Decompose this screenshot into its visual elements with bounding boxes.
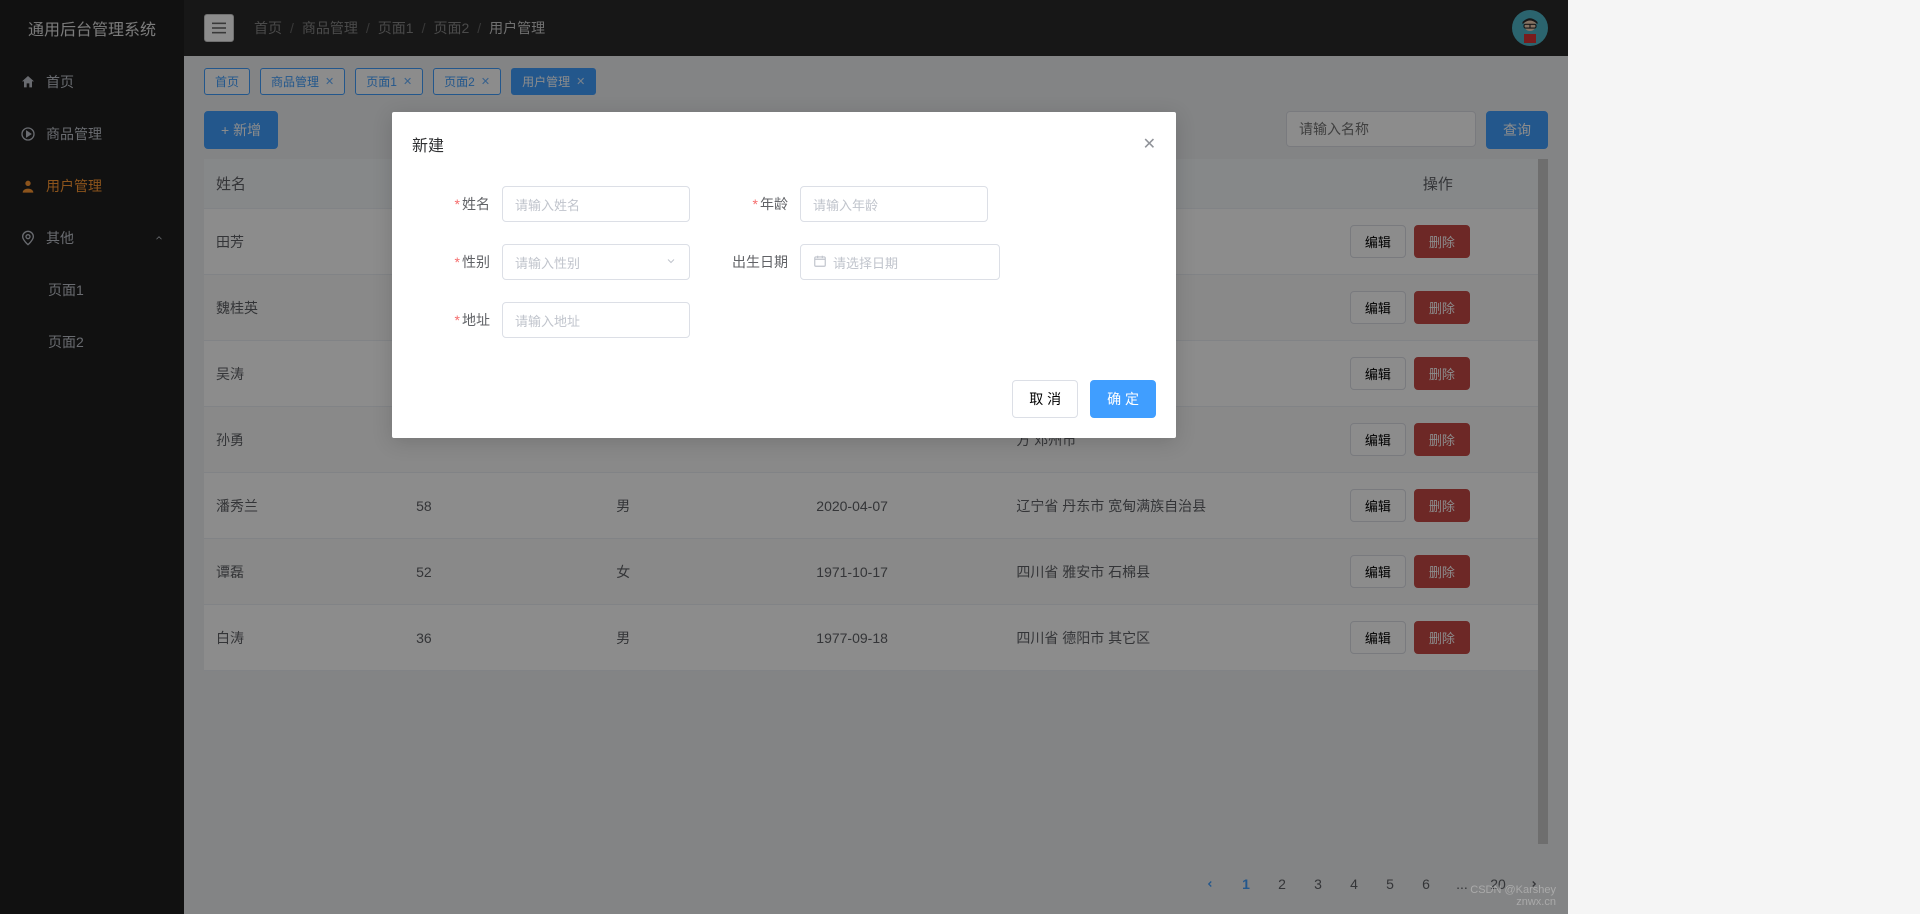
age-input[interactable]: 请输入年龄	[800, 186, 988, 222]
form-item-birth: 出生日期 请选择日期	[720, 244, 1000, 280]
dialog-new-user: 新建 ✕ *姓名 请输入姓名 *年龄 请输入年龄 *性别 请输入性别	[392, 112, 1176, 438]
form-item-name: *姓名 请输入姓名	[422, 186, 690, 222]
calendar-icon	[813, 254, 827, 271]
dialog-body: *姓名 请输入姓名 *年龄 请输入年龄 *性别 请输入性别	[392, 166, 1176, 370]
dialog-title: 新建	[412, 132, 444, 156]
form-item-age: *年龄 请输入年龄	[720, 186, 988, 222]
form-item-sex: *性别 请输入性别	[422, 244, 690, 280]
addr-label: *地址	[422, 310, 502, 330]
cancel-button[interactable]: 取 消	[1012, 380, 1078, 418]
addr-input[interactable]: 请输入地址	[502, 302, 690, 338]
name-label: *姓名	[422, 194, 502, 214]
chevron-down-icon	[665, 255, 677, 270]
confirm-button[interactable]: 确 定	[1090, 380, 1156, 418]
close-icon[interactable]: ✕	[1143, 134, 1156, 154]
birth-date-picker[interactable]: 请选择日期	[800, 244, 1000, 280]
dialog-header: 新建 ✕	[392, 112, 1176, 166]
app-root: 通用后台管理系统 首页 商品管理 用户管理	[0, 0, 1568, 914]
form-item-addr: *地址 请输入地址	[422, 302, 690, 338]
birth-label: 出生日期	[720, 252, 800, 272]
dialog-footer: 取 消 确 定	[392, 370, 1176, 438]
sex-select[interactable]: 请输入性别	[502, 244, 690, 280]
name-input[interactable]: 请输入姓名	[502, 186, 690, 222]
watermark: CSDN @Karshey znwx.cn	[1470, 884, 1556, 908]
sex-label: *性别	[422, 252, 502, 272]
age-label: *年龄	[720, 194, 800, 214]
